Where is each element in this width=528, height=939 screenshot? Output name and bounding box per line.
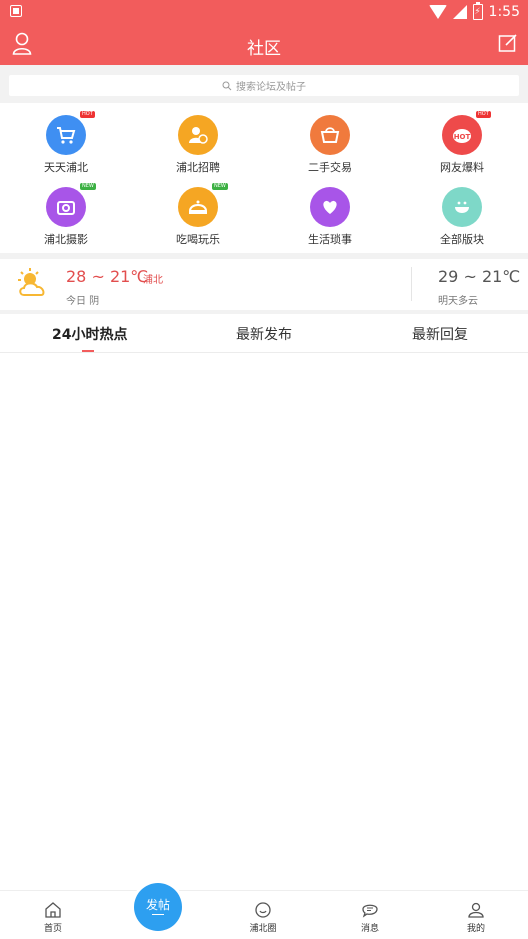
module-food[interactable]: NEW 吃喝玩乐 xyxy=(132,175,264,247)
nav-home[interactable]: 首页 xyxy=(23,901,83,934)
nav-label: 浦北圈 xyxy=(249,924,277,934)
module-tiantian[interactable]: HOT 天天浦北 xyxy=(0,103,132,175)
smile-icon xyxy=(442,187,482,227)
weather-card[interactable]: 28 ~ 21℃ 浦北 今日 阴 29 ~ 21℃ 明天多云 xyxy=(0,259,528,310)
nav-circle[interactable]: 浦北圈 xyxy=(233,901,293,934)
hot-badge: HOT xyxy=(476,111,491,118)
circle-icon xyxy=(255,902,271,918)
tab-24h-hot[interactable]: 24小时热点 xyxy=(52,324,127,344)
signal-icon xyxy=(452,5,467,19)
post-line-decoration xyxy=(152,914,164,915)
wifi-icon xyxy=(428,5,447,19)
page-title: 社区 xyxy=(247,39,281,59)
basket-icon xyxy=(310,115,350,155)
search-placeholder: 搜索论坛及帖子 xyxy=(236,82,306,93)
nav-label: 首页 xyxy=(43,924,62,934)
tab-latest-posts[interactable]: 最新发布 xyxy=(236,324,292,344)
nav-messages[interactable]: 消息 xyxy=(340,901,400,934)
module-all[interactable]: 全部版块 xyxy=(396,175,528,247)
app-header: 社区 xyxy=(0,24,528,65)
module-life[interactable]: 生活琐事 xyxy=(264,175,396,247)
module-label: 二手交易 xyxy=(308,161,352,174)
search-icon xyxy=(222,81,232,90)
module-label: 天天浦北 xyxy=(44,161,88,174)
module-secondhand[interactable]: 二手交易 xyxy=(264,103,396,175)
tab-latest-replies[interactable]: 最新回复 xyxy=(412,324,468,344)
module-recruit[interactable]: 浦北招聘 xyxy=(132,103,264,175)
module-photo[interactable]: NEW 浦北摄影 xyxy=(0,175,132,247)
compose-icon[interactable] xyxy=(498,33,518,53)
module-label: 浦北招聘 xyxy=(176,161,220,174)
cart-icon xyxy=(46,115,86,155)
battery-icon: ⚡ xyxy=(472,2,483,20)
module-grid: HOT 天天浦北 浦北招聘 二手交易 HOT HOT 网友爆料 NEW 浦北摄影… xyxy=(0,103,528,253)
module-label: 生活琐事 xyxy=(308,233,352,246)
search-area: 搜索论坛及帖子 xyxy=(0,65,528,103)
active-tab-indicator xyxy=(82,350,94,352)
recruit-icon xyxy=(178,115,218,155)
city-name: 浦北 xyxy=(143,275,163,286)
module-label: 网友爆料 xyxy=(440,161,484,174)
today-temperature: 28 ~ 21℃ xyxy=(66,267,149,286)
heart-icon xyxy=(310,187,350,227)
today-condition: 今日 阴 xyxy=(66,296,100,307)
bottom-nav: 首页 浦北圈 消息 我的 xyxy=(0,890,528,939)
food-icon xyxy=(178,187,218,227)
hot-badge: HOT xyxy=(80,111,95,118)
divider xyxy=(411,267,412,301)
nav-label: 消息 xyxy=(360,924,379,934)
module-label: 全部版块 xyxy=(440,233,484,246)
new-badge: NEW xyxy=(80,183,96,190)
post-button[interactable]: 发帖 xyxy=(134,883,182,931)
module-breaking[interactable]: HOT HOT 网友爆料 xyxy=(396,103,528,175)
module-label: 浦北摄影 xyxy=(44,233,88,246)
hot-icon: HOT xyxy=(442,115,482,155)
tomorrow-condition: 明天多云 xyxy=(438,296,478,307)
notification-icon xyxy=(10,5,22,17)
module-label: 吃喝玩乐 xyxy=(176,233,220,246)
status-bar: ⚡ 1:55 xyxy=(0,0,528,24)
profile-icon xyxy=(468,902,484,918)
nav-label: 我的 xyxy=(466,924,485,934)
new-badge: NEW xyxy=(212,183,228,190)
search-input[interactable]: 搜索论坛及帖子 xyxy=(9,75,519,96)
nav-mine[interactable]: 我的 xyxy=(446,901,506,934)
svg-text:HOT: HOT xyxy=(454,133,471,141)
post-label: 发帖 xyxy=(145,898,170,912)
feed-tabs: 24小时热点 最新发布 最新回复 xyxy=(0,314,528,353)
message-icon xyxy=(362,904,378,918)
home-icon xyxy=(45,902,61,918)
tomorrow-temperature: 29 ~ 21℃ xyxy=(438,267,521,286)
partly-cloudy-icon xyxy=(18,268,45,296)
clock: 1:55 xyxy=(488,4,520,20)
camera-icon xyxy=(46,187,86,227)
